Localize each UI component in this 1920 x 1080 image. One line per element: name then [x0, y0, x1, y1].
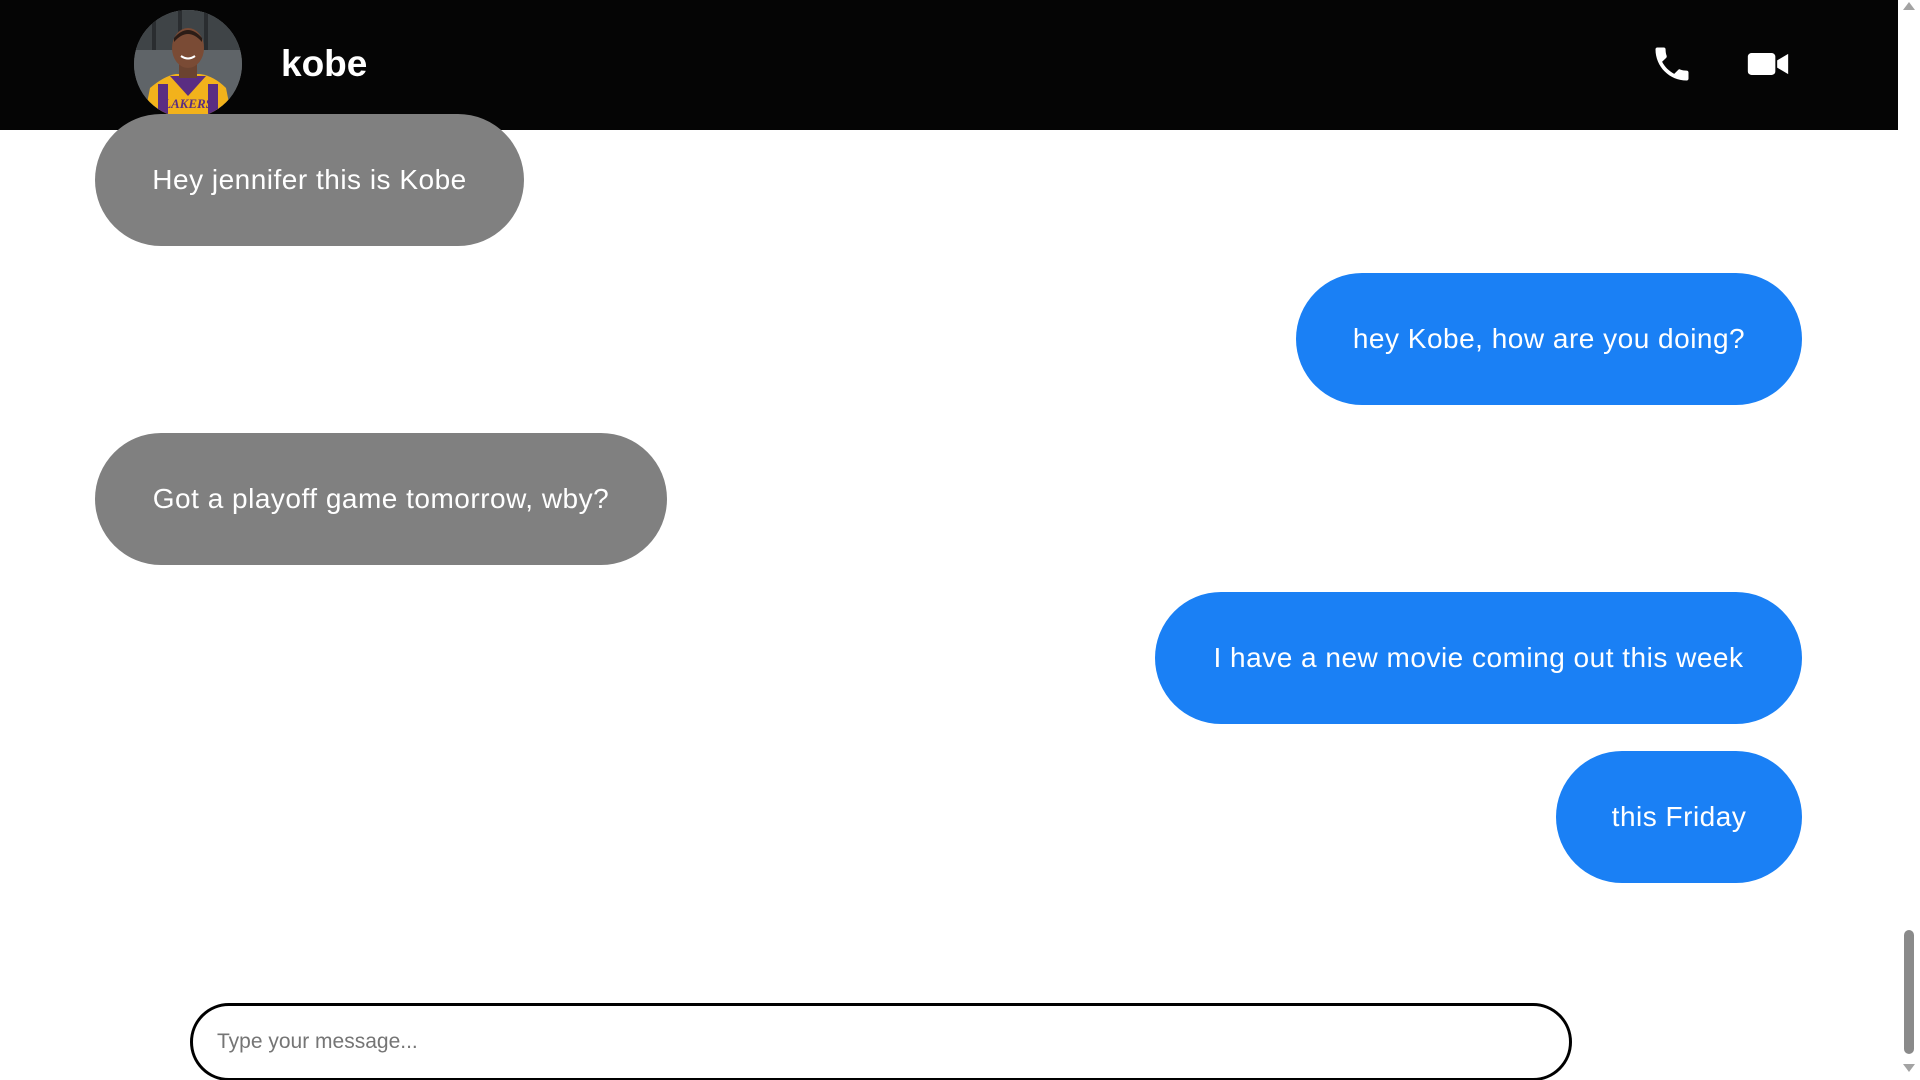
message-sent: hey Kobe, how are you doing? — [1296, 273, 1802, 405]
message-received: Hey jennifer this is Kobe — [95, 114, 524, 246]
video-camera-icon[interactable] — [1746, 42, 1790, 86]
scroll-up-arrow-icon[interactable] — [1903, 2, 1915, 10]
avatar-image: LAKERS — [134, 10, 242, 118]
vertical-scrollbar[interactable] — [1898, 0, 1920, 1080]
contact-name: kobe — [281, 43, 368, 84]
message-sent: I have a new movie coming out this week — [1155, 592, 1802, 724]
message-sent: this Friday — [1556, 751, 1802, 883]
phone-icon[interactable] — [1650, 42, 1694, 86]
chat-header: LAKERS kobe — [0, 0, 1898, 130]
message-input[interactable] — [190, 1003, 1572, 1080]
chat-page: LAKERS kobe Hey jennifer this is Kobe he… — [0, 0, 1920, 1080]
message-received: Got a playoff game tomorrow, wby? — [95, 433, 667, 565]
svg-text:LAKERS: LAKERS — [162, 96, 213, 111]
avatar[interactable]: LAKERS — [134, 10, 242, 118]
scroll-down-arrow-icon[interactable] — [1903, 1064, 1915, 1072]
scrollbar-thumb[interactable] — [1904, 930, 1914, 1054]
